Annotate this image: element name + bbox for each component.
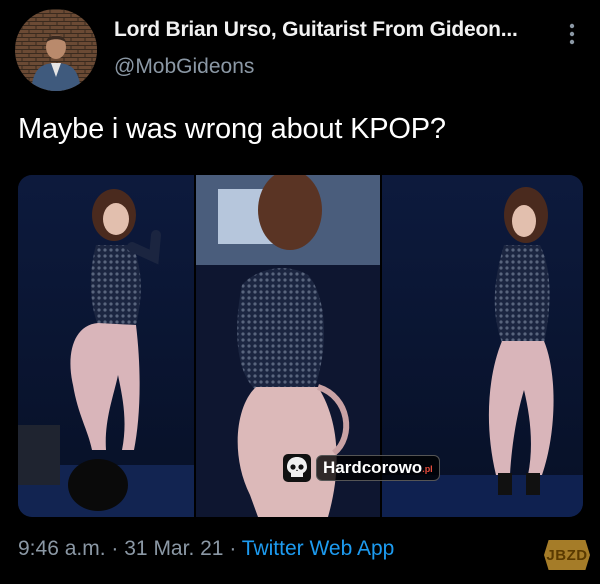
avatar[interactable] xyxy=(15,9,97,91)
author-name[interactable]: Lord Brian Urso, Guitarist From Gideon..… xyxy=(114,18,518,42)
more-vertical-icon xyxy=(569,23,575,45)
tweet-media-image[interactable] xyxy=(18,175,583,517)
tweet-text: Maybe i was wrong about KPOP? xyxy=(18,113,446,145)
tweet-source-link[interactable]: Twitter Web App xyxy=(242,537,395,560)
tweet-time[interactable]: 9:46 a.m. xyxy=(18,537,106,560)
tweet-date[interactable]: 31 Mar. 21 xyxy=(124,537,223,560)
tweet-meta: 9:46 a.m. · 31 Mar. 21 · Twitter Web App xyxy=(18,537,394,561)
tweet-card: Lord Brian Urso, Guitarist From Gideon..… xyxy=(0,0,600,584)
meta-separator: · xyxy=(229,537,237,560)
meta-separator: · xyxy=(111,537,119,560)
more-options-button[interactable] xyxy=(558,20,586,48)
jbzd-badge: JBZD xyxy=(544,540,590,570)
author-handle[interactable]: @MobGideons xyxy=(114,55,254,79)
